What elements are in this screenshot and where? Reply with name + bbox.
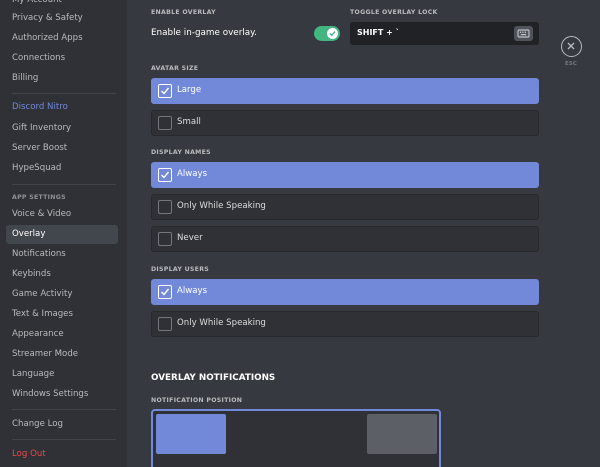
sidebar-item-gift-inventory[interactable]: Gift Inventory	[6, 119, 118, 138]
sidebar-item-hypesquad[interactable]: HypeSquad	[6, 159, 118, 178]
checkbox	[158, 200, 172, 214]
checkbox	[158, 116, 172, 130]
display-users-option-only-while-speaking[interactable]: Only While Speaking	[151, 311, 539, 337]
checkmark-icon	[161, 171, 170, 179]
keybind-value: SHIFT + `	[357, 28, 400, 37]
close-button[interactable]	[561, 36, 582, 57]
display-names-option-only-while-speaking[interactable]: Only While Speaking	[151, 194, 539, 220]
position-top-left[interactable]	[156, 414, 226, 454]
keybind-recorder[interactable]: SHIFT + `	[350, 22, 539, 45]
close-icon	[567, 42, 575, 50]
sidebar-item-billing[interactable]: Billing	[6, 69, 118, 88]
sidebar-item-notifications[interactable]: Notifications	[6, 245, 118, 264]
enable-overlay-toggle[interactable]	[314, 26, 340, 41]
sidebar-item-authorized-apps[interactable]: Authorized Apps	[6, 29, 118, 48]
option-label: Large	[177, 85, 202, 95]
enable-overlay-header: ENABLE OVERLAY	[151, 9, 216, 16]
checkmark-icon	[161, 87, 170, 95]
sidebar-item-privacy-safety[interactable]: Privacy & Safety	[6, 9, 118, 28]
avatar-size-header: AVATAR SIZE	[151, 65, 199, 72]
checkbox	[158, 232, 172, 246]
sidebar-item-server-boost[interactable]: Server Boost	[6, 139, 118, 158]
display-names-header: DISPLAY NAMES	[151, 149, 211, 156]
check-icon	[329, 31, 336, 37]
option-label: Only While Speaking	[177, 201, 266, 211]
checkmark-icon	[161, 288, 170, 296]
checkbox	[158, 285, 172, 299]
sidebar-item-text-images[interactable]: Text & Images	[6, 305, 118, 324]
notification-position-header: NOTIFICATION POSITION	[151, 397, 243, 404]
checkbox	[158, 317, 172, 331]
sidebar-item-change-log[interactable]: Change Log	[6, 415, 118, 434]
display-names-option-always[interactable]: Always	[151, 162, 539, 188]
sidebar-divider	[12, 184, 116, 185]
avatar-size-option-small[interactable]: Small	[151, 110, 539, 136]
option-label: Always	[177, 169, 208, 179]
sidebar-divider	[12, 439, 116, 440]
enable-overlay-label: Enable in-game overlay.	[151, 28, 257, 38]
sidebar-item-appearance[interactable]: Appearance	[6, 325, 118, 344]
avatar-size-option-large[interactable]: Large	[151, 78, 539, 104]
notification-position-picker	[151, 409, 441, 467]
display-names-option-never[interactable]: Never	[151, 226, 539, 252]
checkbox	[158, 168, 172, 182]
display-users-header: DISPLAY USERS	[151, 266, 210, 273]
overlay-notifications-heading: OVERLAY NOTIFICATIONS	[151, 373, 276, 383]
sidebar-item-game-activity[interactable]: Game Activity	[6, 285, 118, 304]
sidebar-item-discord-nitro[interactable]: Discord Nitro	[6, 98, 118, 117]
sidebar-divider	[12, 93, 116, 94]
settings-sidebar: My Account Privacy & Safety Authorized A…	[0, 0, 127, 467]
keyboard-icon[interactable]	[514, 26, 533, 41]
sidebar-item-log-out[interactable]: Log Out	[6, 445, 118, 464]
sidebar-item-connections[interactable]: Connections	[6, 49, 118, 68]
display-users-option-always[interactable]: Always	[151, 279, 539, 305]
sidebar-item-windows-settings[interactable]: Windows Settings	[6, 385, 118, 404]
position-top-right[interactable]	[367, 414, 437, 454]
sidebar-item-voice-video[interactable]: Voice & Video	[6, 205, 118, 224]
option-label: Only While Speaking	[177, 318, 266, 328]
option-label: Always	[177, 286, 208, 296]
option-label: Small	[177, 117, 201, 127]
sidebar-item-keybinds[interactable]: Keybinds	[6, 265, 118, 284]
sidebar-item-language[interactable]: Language	[6, 365, 118, 384]
sidebar-divider	[12, 409, 116, 410]
sidebar-header-app-settings: APP SETTINGS	[12, 194, 66, 201]
toggle-overlay-lock-header: TOGGLE OVERLAY LOCK	[350, 9, 438, 16]
sidebar-item-streamer-mode[interactable]: Streamer Mode	[6, 345, 118, 364]
toggle-knob	[327, 28, 338, 39]
sidebar-item-overlay[interactable]: Overlay	[6, 225, 118, 244]
option-label: Never	[177, 233, 203, 243]
checkbox	[158, 84, 172, 98]
esc-label: ESC	[565, 61, 577, 67]
